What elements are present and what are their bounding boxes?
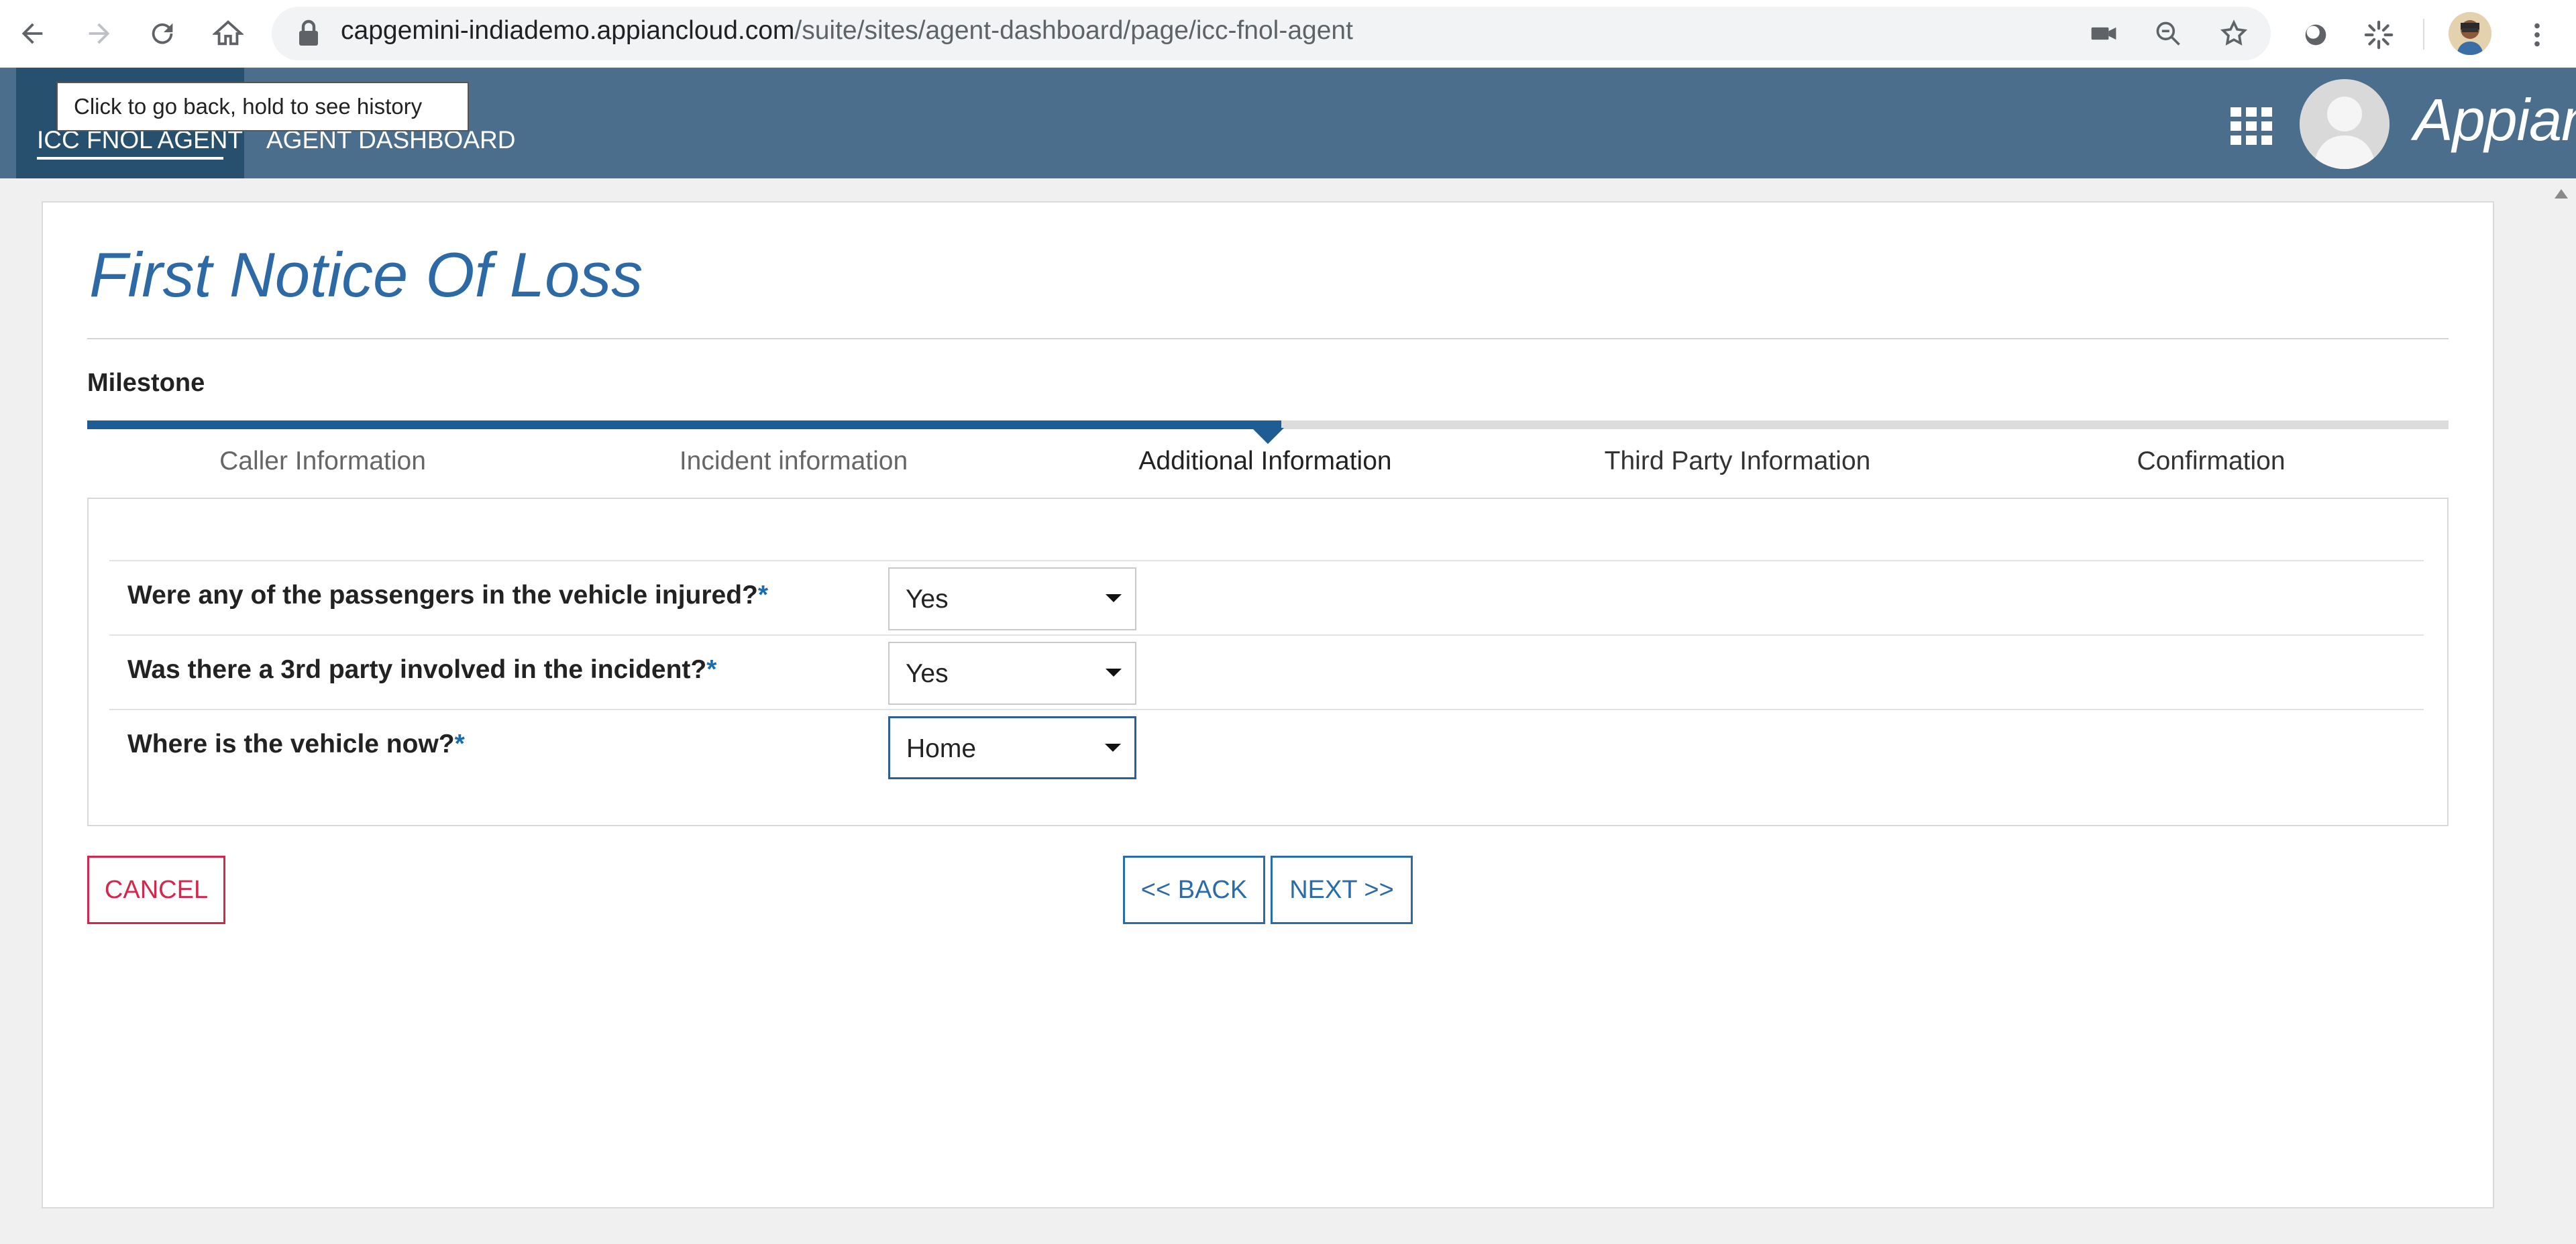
- back-button[interactable]: << BACK: [1123, 856, 1265, 924]
- caret-down-icon: [1105, 744, 1121, 752]
- caret-down-icon: [1106, 669, 1122, 677]
- app-launcher-grid-icon[interactable]: [2231, 107, 2272, 145]
- menu-dots-icon[interactable]: [2518, 16, 2556, 54]
- url-path: /suite/sites/agent-dashboard/page/icc-fn…: [794, 16, 1353, 45]
- toolbar-separator: [2423, 19, 2424, 50]
- milestone-progress-fill: [87, 420, 1281, 429]
- vehicle-location-dropdown[interactable]: Home: [888, 716, 1136, 779]
- milestone-step-additional-information: Additional Information: [1138, 447, 1392, 475]
- back-button-tooltip: Click to go back, hold to see history: [56, 82, 469, 131]
- question-text: Where is the vehicle now?: [127, 730, 455, 758]
- third-party-involved-dropdown[interactable]: Yes: [888, 642, 1136, 705]
- dropdown-value: Home: [906, 734, 977, 763]
- required-marker: *: [706, 655, 717, 684]
- question-text: Were any of the passengers in the vehicl…: [127, 581, 758, 610]
- next-button[interactable]: NEXT >>: [1271, 856, 1413, 924]
- url-host: capgemini-indiademo.appiancloud.com: [341, 16, 795, 45]
- cancel-button[interactable]: CANCEL: [87, 856, 225, 924]
- extension-loader-icon[interactable]: [2360, 16, 2398, 54]
- browser-toolbar: capgemini-indiademo.appiancloud.com/suit…: [0, 0, 2576, 68]
- lock-icon: [299, 19, 318, 46]
- forward-arrow-icon[interactable]: [79, 13, 119, 54]
- camera-icon[interactable]: [2086, 16, 2121, 51]
- milestone-step-third-party-information: Third Party Information: [1604, 447, 1871, 475]
- extension-circle-icon[interactable]: [2297, 16, 2334, 54]
- page-title: First Notice Of Loss: [89, 239, 643, 310]
- question-text: Was there a 3rd party involved in the in…: [127, 655, 707, 684]
- milestone-current-caret-icon: [1252, 428, 1284, 444]
- profile-avatar[interactable]: [2449, 12, 2491, 55]
- url-text[interactable]: capgemini-indiademo.appiancloud.com/suit…: [341, 15, 1353, 47]
- title-divider: [87, 338, 2449, 339]
- question-vehicle-location-label: Where is the vehicle now?*: [127, 730, 465, 759]
- zoom-out-icon[interactable]: [2151, 16, 2186, 51]
- question-third-party-label: Was there a 3rd party involved in the in…: [127, 655, 716, 685]
- required-marker: *: [757, 581, 769, 610]
- row-divider: [109, 709, 2424, 710]
- reload-icon[interactable]: [142, 13, 182, 54]
- scroll-up-arrow-icon[interactable]: [2555, 189, 2568, 199]
- home-icon[interactable]: [208, 13, 248, 54]
- question-passengers-injured-label: Were any of the passengers in the vehicl…: [127, 581, 768, 610]
- dropdown-value: Yes: [906, 659, 949, 688]
- milestone-label: Milestone: [87, 369, 205, 397]
- dropdown-value: Yes: [906, 585, 949, 614]
- row-divider: [109, 634, 2424, 636]
- star-icon[interactable]: [2216, 16, 2251, 51]
- row-divider: [109, 560, 2424, 561]
- appian-logo: Appian: [2414, 87, 2576, 153]
- back-arrow-icon[interactable]: [12, 13, 52, 54]
- milestone-step-caller-information: Caller Information: [219, 447, 426, 475]
- passengers-injured-dropdown[interactable]: Yes: [888, 567, 1136, 630]
- required-marker: *: [454, 730, 465, 758]
- caret-down-icon: [1106, 594, 1122, 602]
- user-avatar[interactable]: [2300, 79, 2390, 169]
- milestone-step-confirmation: Confirmation: [2137, 447, 2286, 475]
- active-tab-indicator: [37, 157, 223, 160]
- milestone-step-incident-information: Incident information: [679, 447, 908, 475]
